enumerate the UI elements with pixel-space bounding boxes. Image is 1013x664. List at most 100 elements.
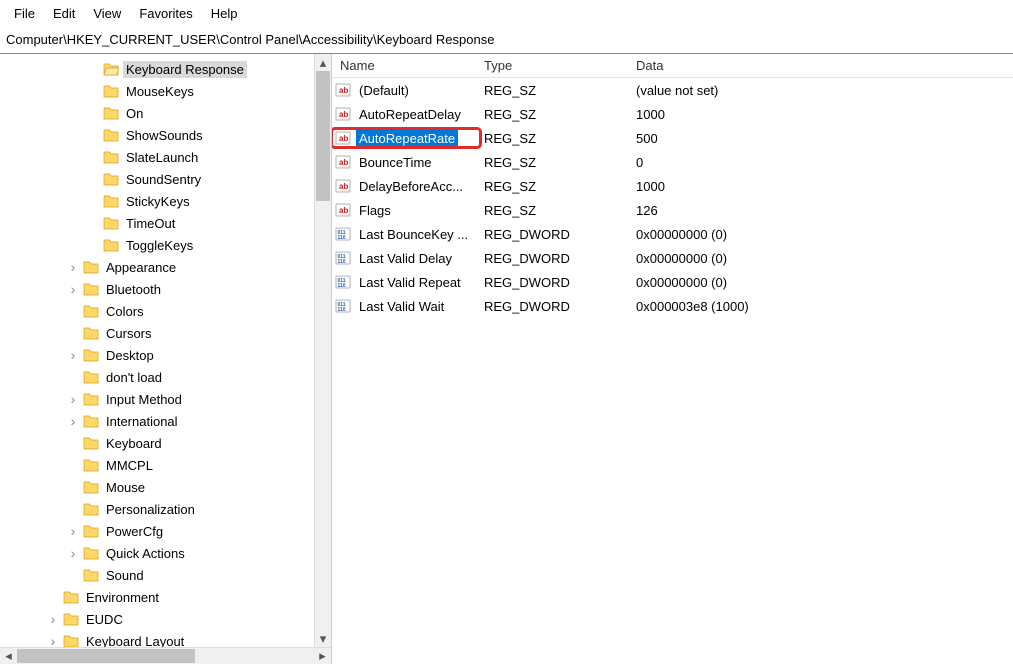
value-row-last-bouncekey-[interactable]: 011 110 Last BounceKey ...REG_DWORD0x000… <box>332 222 1013 246</box>
tree-item-don-t-load[interactable]: don't load <box>0 366 331 388</box>
tree-item-mmcpl[interactable]: MMCPL <box>0 454 331 476</box>
tree-item-label: Keyboard Layout <box>83 633 187 648</box>
value-type-cell: REG_SZ <box>480 131 632 146</box>
expander-icon[interactable]: › <box>66 348 80 362</box>
folder-icon <box>102 83 120 99</box>
value-name-cell[interactable]: ab AutoRepeatRate <box>332 129 480 147</box>
tree-item-eudc[interactable]: › EUDC <box>0 608 331 630</box>
tree-item-label: Quick Actions <box>103 545 188 562</box>
expander-icon[interactable]: › <box>46 612 60 626</box>
value-row-bouncetime[interactable]: ab BounceTimeREG_SZ0 <box>332 150 1013 174</box>
tree-item-soundsentry[interactable]: SoundSentry <box>0 168 331 190</box>
menu-help[interactable]: Help <box>203 4 246 23</box>
tree-item-sound[interactable]: Sound <box>0 564 331 586</box>
value-row-last-valid-repeat[interactable]: 011 110 Last Valid RepeatREG_DWORD0x0000… <box>332 270 1013 294</box>
value-name-cell[interactable]: ab DelayBeforeAcc... <box>332 177 480 195</box>
value-name-cell[interactable]: ab Flags <box>332 201 480 219</box>
tree-item-desktop[interactable]: › Desktop <box>0 344 331 366</box>
expander-icon[interactable]: › <box>66 414 80 428</box>
tree-item-timeout[interactable]: TimeOut <box>0 212 331 234</box>
tree-item-showsounds[interactable]: ShowSounds <box>0 124 331 146</box>
folder-icon <box>82 413 100 429</box>
tree-pane: Keyboard Response MouseKeys On ShowSound… <box>0 54 332 664</box>
registry-tree[interactable]: Keyboard Response MouseKeys On ShowSound… <box>0 54 331 647</box>
tree-item-mouse[interactable]: Mouse <box>0 476 331 498</box>
folder-icon <box>82 281 100 297</box>
dword-value-icon: 011 110 <box>334 225 352 243</box>
tree-item-quick-actions[interactable]: › Quick Actions <box>0 542 331 564</box>
expander-icon[interactable]: › <box>66 392 80 406</box>
column-data[interactable]: Data <box>632 58 1013 73</box>
menu-favorites[interactable]: Favorites <box>131 4 200 23</box>
value-name-cell[interactable]: 011 110 Last Valid Repeat <box>332 273 480 291</box>
tree-item-personalization[interactable]: Personalization <box>0 498 331 520</box>
tree-item-keyboard-response[interactable]: Keyboard Response <box>0 58 331 80</box>
tree-item-stickykeys[interactable]: StickyKeys <box>0 190 331 212</box>
tree-vertical-scrollbar[interactable]: ▴ ▾ <box>314 54 331 647</box>
tree-item-environment[interactable]: Environment <box>0 586 331 608</box>
tree-horizontal-scrollbar[interactable]: ◂ ▸ <box>0 647 331 664</box>
tree-item-label: Keyboard <box>103 435 165 452</box>
scroll-left-icon[interactable]: ◂ <box>0 648 17 664</box>
expander-icon[interactable]: › <box>66 282 80 296</box>
expander-icon[interactable]: › <box>66 260 80 274</box>
tree-item-togglekeys[interactable]: ToggleKeys <box>0 234 331 256</box>
tree-item-mousekeys[interactable]: MouseKeys <box>0 80 331 102</box>
expander-icon[interactable]: › <box>66 546 80 560</box>
scroll-down-icon[interactable]: ▾ <box>315 630 331 647</box>
value-name-cell[interactable]: 011 110 Last BounceKey ... <box>332 225 480 243</box>
value-row--default-[interactable]: ab (Default)REG_SZ(value not set) <box>332 78 1013 102</box>
value-name-cell[interactable]: 011 110 Last Valid Wait <box>332 297 480 315</box>
tree-item-slatelaunch[interactable]: SlateLaunch <box>0 146 331 168</box>
tree-item-on[interactable]: On <box>0 102 331 124</box>
tree-item-international[interactable]: › International <box>0 410 331 432</box>
scroll-thumb-h[interactable] <box>17 649 195 663</box>
tree-item-label: SoundSentry <box>123 171 204 188</box>
expander-icon[interactable]: › <box>66 524 80 538</box>
menu-edit[interactable]: Edit <box>45 4 83 23</box>
menu-view[interactable]: View <box>85 4 129 23</box>
value-name-text: BounceTime <box>356 154 435 171</box>
tree-item-keyboard-layout[interactable]: › Keyboard Layout <box>0 630 331 647</box>
value-row-delaybeforeacc-[interactable]: ab DelayBeforeAcc...REG_SZ1000 <box>332 174 1013 198</box>
value-name-cell[interactable]: ab (Default) <box>332 81 480 99</box>
tree-item-appearance[interactable]: › Appearance <box>0 256 331 278</box>
value-row-last-valid-wait[interactable]: 011 110 Last Valid WaitREG_DWORD0x000003… <box>332 294 1013 318</box>
value-data-cell: 0x000003e8 (1000) <box>632 299 1013 314</box>
values-list[interactable]: ab (Default)REG_SZ(value not set) ab Aut… <box>332 78 1013 664</box>
column-type[interactable]: Type <box>480 58 632 73</box>
value-name-cell[interactable]: 011 110 Last Valid Delay <box>332 249 480 267</box>
value-name-cell[interactable]: ab AutoRepeatDelay <box>332 105 480 123</box>
svg-text:ab: ab <box>339 182 348 191</box>
folder-icon <box>82 523 100 539</box>
folder-icon <box>82 347 100 363</box>
value-name-text: Last Valid Delay <box>356 250 455 267</box>
tree-item-cursors[interactable]: Cursors <box>0 322 331 344</box>
menu-file[interactable]: File <box>6 4 43 23</box>
scroll-up-icon[interactable]: ▴ <box>315 54 331 71</box>
value-row-autorepeatrate[interactable]: ab AutoRepeatRateREG_SZ500 <box>332 126 1013 150</box>
menubar: File Edit View Favorites Help <box>0 0 1013 28</box>
tree-item-input-method[interactable]: › Input Method <box>0 388 331 410</box>
folder-icon <box>82 567 100 583</box>
value-row-flags[interactable]: ab FlagsREG_SZ126 <box>332 198 1013 222</box>
scroll-right-icon[interactable]: ▸ <box>314 648 331 664</box>
svg-text:110: 110 <box>338 235 346 241</box>
tree-item-powercfg[interactable]: › PowerCfg <box>0 520 331 542</box>
tree-item-colors[interactable]: Colors <box>0 300 331 322</box>
expander-icon[interactable]: › <box>46 634 60 647</box>
value-name-cell[interactable]: ab BounceTime <box>332 153 480 171</box>
tree-item-keyboard[interactable]: Keyboard <box>0 432 331 454</box>
value-row-last-valid-delay[interactable]: 011 110 Last Valid DelayREG_DWORD0x00000… <box>332 246 1013 270</box>
svg-text:ab: ab <box>339 110 348 119</box>
column-name[interactable]: Name <box>332 58 480 73</box>
address-bar[interactable]: Computer\HKEY_CURRENT_USER\Control Panel… <box>0 28 1013 54</box>
scroll-thumb[interactable] <box>316 71 330 201</box>
string-value-icon: ab <box>334 201 352 219</box>
folder-icon <box>82 325 100 341</box>
folder-icon <box>102 215 120 231</box>
tree-item-bluetooth[interactable]: › Bluetooth <box>0 278 331 300</box>
string-value-icon: ab <box>334 105 352 123</box>
string-value-icon: ab <box>334 153 352 171</box>
value-row-autorepeatdelay[interactable]: ab AutoRepeatDelayREG_SZ1000 <box>332 102 1013 126</box>
